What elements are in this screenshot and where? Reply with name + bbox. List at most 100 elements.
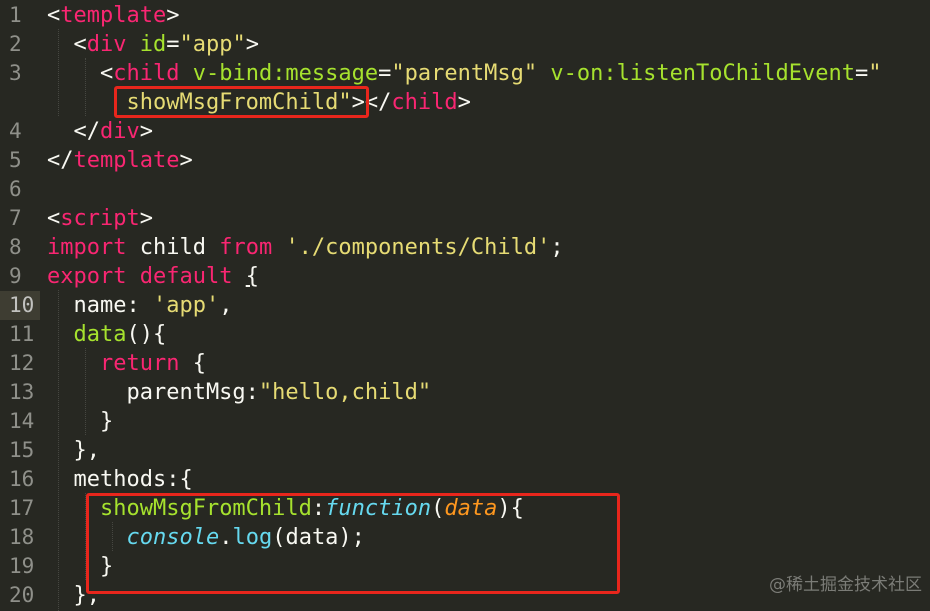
code-token: id	[139, 32, 167, 57]
code-token: child	[113, 61, 180, 86]
code-line[interactable]: 15 },	[0, 436, 930, 465]
indent-guide	[58, 290, 59, 611]
code-token: <	[47, 61, 114, 86]
code-token: script	[60, 206, 140, 231]
code-token: data	[73, 322, 127, 347]
code-token: >	[245, 32, 259, 57]
code-text: },	[47, 436, 100, 465]
code-token: =	[378, 61, 392, 86]
code-text: data(){	[47, 320, 167, 349]
code-token: return	[99, 351, 180, 376]
code-line[interactable]: 16 methods:{	[0, 465, 930, 494]
indent-guide	[85, 348, 86, 435]
highlight-box-method-definition	[86, 493, 620, 594]
code-token: default	[139, 264, 233, 289]
code-text: return {	[47, 349, 206, 378]
code-text: <script>	[47, 204, 153, 233]
code-line[interactable]: 1 <template>	[0, 1, 930, 30]
code-token: methods:{	[47, 467, 193, 492]
code-token: ,	[219, 293, 233, 318]
code-token: './components/Child'	[285, 235, 551, 260]
code-text: export default {	[47, 262, 259, 291]
code-line[interactable]: 5 </template>	[0, 146, 930, 175]
code-line[interactable]: 9 export default {	[0, 262, 930, 291]
code-text: import child from './components/Child';	[47, 233, 564, 262]
code-token: 'app'	[152, 293, 220, 318]
code-line[interactable]: 3 <child v-bind:message="parentMsg" v-on…	[0, 59, 930, 88]
watermark: @稀土掘金技术社区	[769, 575, 922, 595]
code-line[interactable]: 8 import child from './components/Child';	[0, 233, 930, 262]
code-token: parentMsg:	[47, 380, 259, 405]
code-token: <	[47, 32, 87, 57]
line-number: 6	[9, 177, 22, 201]
line-number: 10	[0, 291, 40, 320]
line-number: 2	[9, 32, 22, 56]
code-token: (){	[126, 322, 167, 347]
code-token: },	[47, 438, 100, 463]
code-token: >	[457, 90, 471, 115]
code-line[interactable]: 6	[0, 175, 930, 204]
code-token: >	[179, 148, 193, 173]
code-token: v-on:listenToChildEvent	[550, 61, 855, 86]
code-text: </template>	[47, 146, 193, 175]
code-token: </	[47, 119, 100, 144]
code-token: "hello,child"	[258, 380, 432, 405]
code-line[interactable]: 10 name: 'app',	[0, 291, 930, 320]
code-token: =	[855, 61, 869, 86]
line-number: 17	[9, 496, 35, 520]
code-token: name:	[47, 293, 153, 318]
code-token: =	[166, 32, 180, 57]
code-token: "parentMsg"	[391, 61, 538, 86]
line-number: 8	[9, 235, 22, 259]
code-token: div	[86, 32, 127, 57]
line-number: 16	[9, 467, 35, 491]
code-line[interactable]: 4 </div>	[0, 117, 930, 146]
line-number: 5	[9, 148, 22, 172]
indent-guide	[85, 58, 86, 116]
code-token: "app"	[179, 32, 246, 57]
code-text: <div id="app">	[47, 30, 259, 59]
code-line[interactable]: 13 parentMsg:"hello,child"	[0, 378, 930, 407]
code-text: methods:{	[47, 465, 193, 494]
line-number: 11	[9, 322, 35, 346]
code-line[interactable]: 11 data(){	[0, 320, 930, 349]
line-number	[0, 88, 40, 117]
code-token: >	[139, 119, 153, 144]
code-line[interactable]: 2 <div id="app">	[0, 30, 930, 59]
code-token: from	[219, 235, 273, 260]
code-token: template	[73, 148, 180, 173]
code-token: export	[47, 264, 127, 289]
code-line[interactable]: 12 return {	[0, 349, 930, 378]
code-line[interactable]: 7 <script>	[0, 204, 930, 233]
code-token: child	[126, 235, 220, 260]
code-token: ;	[550, 235, 564, 260]
code-token: v-bind:message	[192, 61, 379, 86]
code-editor[interactable]: 1 <template> 2 <div id="app"> 3 <child v-bi…	[0, 0, 930, 611]
code-text: <child v-bind:message="parentMsg" v-on:l…	[47, 59, 882, 88]
indent-guide	[58, 29, 59, 116]
code-text: }	[47, 407, 113, 436]
code-token: <	[47, 206, 61, 231]
code-token: "	[868, 61, 882, 86]
line-number: 15	[9, 438, 35, 462]
code-token: >	[139, 206, 153, 231]
line-number: 9	[9, 264, 22, 288]
code-token: {	[179, 351, 206, 376]
code-text: parentMsg:"hello,child"	[47, 378, 431, 407]
line-number: 14	[9, 409, 35, 433]
code-token: <	[47, 3, 61, 28]
code-token: template	[60, 3, 167, 28]
line-number: 13	[9, 380, 35, 404]
code-token: >	[166, 3, 180, 28]
code-line[interactable]: 14 }	[0, 407, 930, 436]
code-text: name: 'app',	[47, 291, 232, 320]
code-token: child	[391, 90, 458, 115]
